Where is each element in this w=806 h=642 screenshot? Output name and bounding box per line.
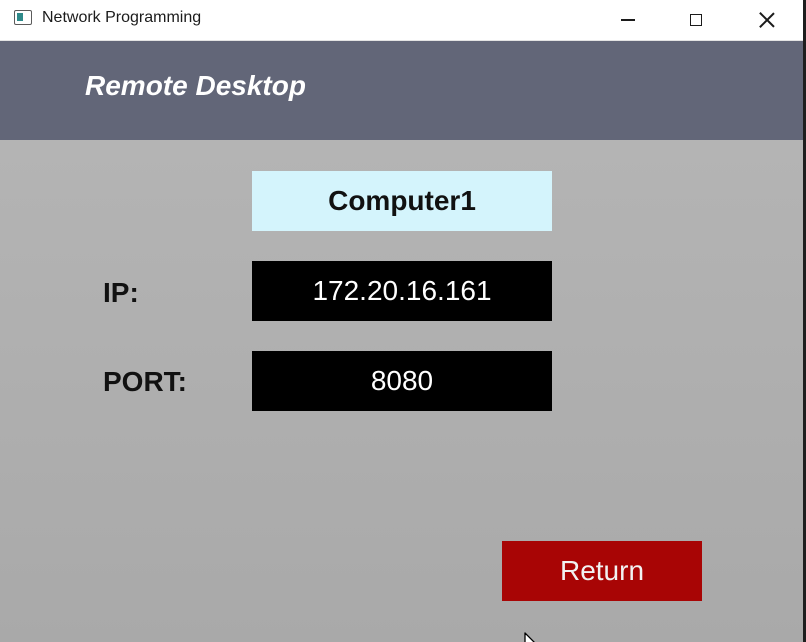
maximize-icon bbox=[690, 14, 702, 26]
app-window: Network Programming Remote Desktop Compu… bbox=[0, 0, 803, 642]
title-bar[interactable]: Network Programming bbox=[0, 0, 803, 41]
minimize-icon bbox=[621, 19, 635, 21]
computer-name-label: Computer1 bbox=[252, 171, 552, 231]
close-button[interactable] bbox=[733, 0, 801, 40]
port-value-field: 8080 bbox=[252, 351, 552, 411]
window-title: Network Programming bbox=[42, 9, 202, 26]
main-content: Computer1 IP: 172.20.16.161 PORT: 8080 R… bbox=[0, 140, 803, 642]
port-label: PORT: bbox=[103, 366, 187, 397]
maximize-button[interactable] bbox=[662, 0, 730, 40]
ip-value-field: 172.20.16.161 bbox=[252, 261, 552, 321]
mouse-pointer-icon bbox=[524, 632, 535, 642]
page-title: Remote Desktop bbox=[85, 70, 306, 101]
return-button[interactable]: Return bbox=[502, 541, 702, 601]
page-header: Remote Desktop bbox=[0, 41, 803, 140]
app-window-icon bbox=[14, 10, 32, 25]
minimize-button[interactable] bbox=[594, 0, 662, 40]
close-icon bbox=[759, 12, 775, 28]
ip-label: IP: bbox=[103, 277, 139, 308]
